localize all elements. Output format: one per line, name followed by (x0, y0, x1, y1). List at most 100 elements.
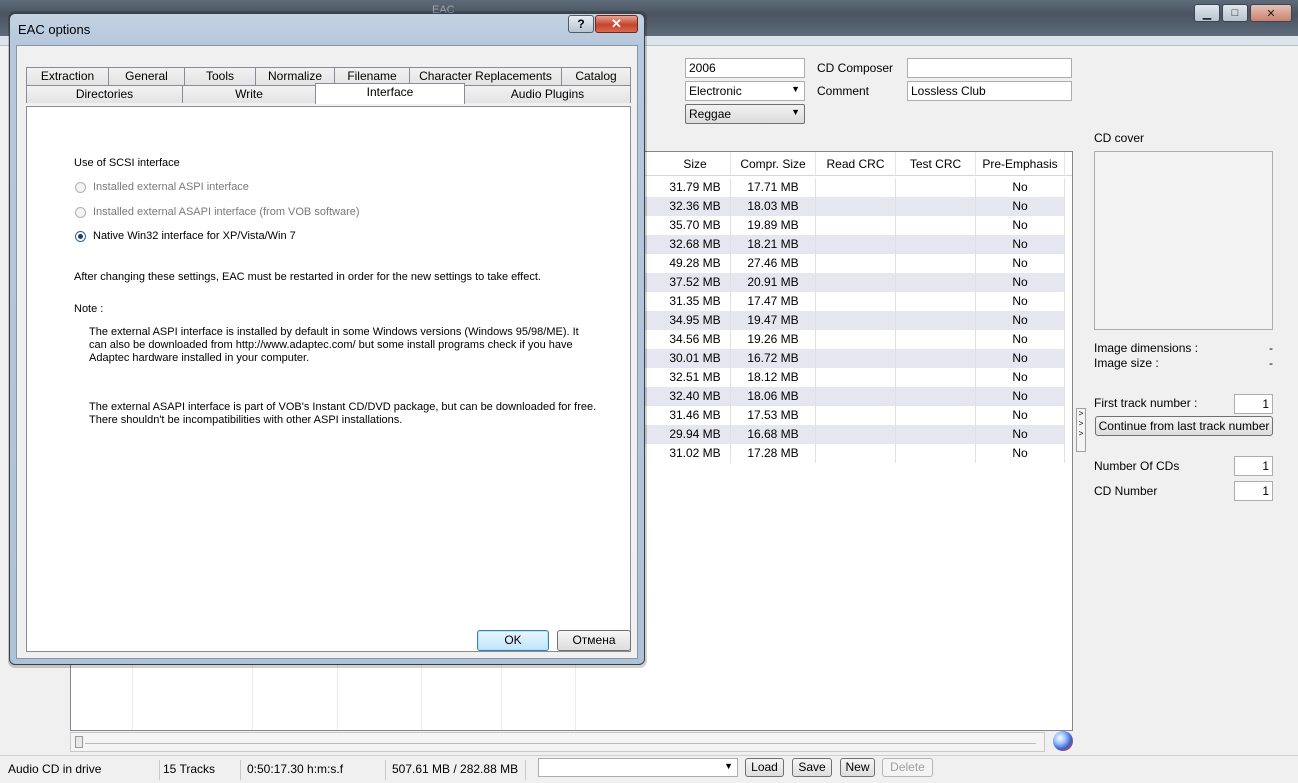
minimize-button[interactable]: ▁ (1194, 4, 1220, 22)
tab-extraction[interactable]: Extraction (26, 67, 109, 85)
number-of-cds-field[interactable]: 1 (1234, 456, 1273, 476)
tab-directories[interactable]: Directories (26, 85, 183, 103)
cd-composer-label: CD Composer (817, 61, 894, 75)
cd-cover-image[interactable] (1094, 151, 1273, 330)
tab-general[interactable]: General (108, 67, 185, 85)
table-cell-pre: No (976, 387, 1065, 406)
table-cell-pre: No (976, 197, 1065, 216)
note-asapi-text: The external ASAPI interface is part of … (89, 401, 597, 426)
delete-button[interactable]: Delete (882, 758, 933, 777)
comment-label: Comment (817, 84, 870, 98)
column-header-test-crc[interactable]: Test CRC (896, 152, 976, 176)
tab-write[interactable]: Write (182, 85, 316, 103)
total-duration: 0:50:17.30 h:m:s.f (241, 760, 386, 780)
save-button[interactable]: Save (792, 758, 832, 777)
table-cell-read-crc (816, 254, 896, 273)
table-cell-compr: 19.26 MB (731, 330, 816, 349)
table-cell-read-crc (816, 444, 896, 463)
table-cell-read-crc (816, 425, 896, 444)
ok-button[interactable]: OK (477, 630, 549, 651)
table-cell-test-crc (896, 368, 976, 387)
table-cell-size: 30.01 MB (660, 349, 731, 368)
table-cell-test-crc (896, 330, 976, 349)
column-header-read-crc[interactable]: Read CRC (816, 152, 896, 176)
tab-tools[interactable]: Tools (184, 67, 256, 85)
table-cell-size: 49.28 MB (660, 254, 731, 273)
maximize-button[interactable]: □ (1222, 4, 1248, 22)
table-cell-size: 29.94 MB (660, 425, 731, 444)
table-cell-pre: No (976, 216, 1065, 235)
radio-native-win32-option[interactable]: Native Win32 interface for XP/Vista/Win … (75, 230, 296, 242)
table-cell-size: 31.35 MB (660, 292, 731, 311)
drive-status: Audio CD in drive (2, 760, 160, 780)
radio-button-selected[interactable] (75, 230, 86, 242)
scrollbar-thumb[interactable] (75, 736, 83, 748)
profile-select[interactable]: ▼ (538, 758, 738, 777)
comment-field[interactable]: Lossless Club (907, 81, 1072, 101)
scsi-interface-heading: Use of SCSI interface (74, 157, 180, 169)
table-cell-compr: 27.46 MB (731, 254, 816, 273)
radio-button[interactable] (75, 206, 86, 218)
column-header-size[interactable]: Size (660, 152, 731, 176)
eac-options-dialog: EAC options ? ✕ Extraction General Tools… (9, 13, 645, 665)
track-count: 15 Tracks (157, 760, 241, 780)
cancel-button[interactable]: Отмена (557, 630, 631, 651)
main-window-controls: ▁ □ ✕ (1194, 4, 1292, 22)
table-cell-compr: 18.06 MB (731, 387, 816, 406)
freedb-genre-select-value: Reggae (689, 107, 732, 121)
column-header-pre-emphasis[interactable]: Pre-Emphasis (976, 152, 1065, 176)
year-field[interactable]: 2006 (685, 58, 805, 78)
interface-tab-panel: Use of SCSI interface Installed external… (26, 106, 631, 652)
table-cell-test-crc (896, 349, 976, 368)
table-cell-read-crc (816, 311, 896, 330)
horizontal-scrollbar[interactable] (70, 732, 1045, 752)
table-cell-pre: No (976, 406, 1065, 425)
radio-aspi-option[interactable]: Installed external ASPI interface (75, 181, 249, 193)
table-cell-compr: 17.53 MB (731, 406, 816, 425)
panel-toggle-button[interactable]: > > > (1076, 408, 1086, 452)
new-button[interactable]: New (840, 758, 875, 777)
freedb-genre-select[interactable]: Reggae ▼ (685, 104, 805, 124)
genre-select[interactable]: Electronic ▼ (685, 81, 805, 101)
table-cell-pre: No (976, 425, 1065, 444)
note-label: Note : (74, 303, 104, 315)
table-cell-read-crc (816, 178, 896, 197)
first-track-field[interactable]: 1 (1234, 394, 1273, 414)
globe-icon[interactable] (1053, 731, 1073, 751)
table-cell-compr: 20.91 MB (731, 273, 816, 292)
table-cell-test-crc (896, 292, 976, 311)
table-cell-compr: 19.47 MB (731, 311, 816, 330)
table-cell-compr: 18.21 MB (731, 235, 816, 254)
tab-interface[interactable]: Interface (315, 83, 465, 104)
table-cell-compr: 16.72 MB (731, 349, 816, 368)
radio-asapi-option[interactable]: Installed external ASAPI interface (from… (75, 206, 360, 218)
chevron-down-icon: ▼ (724, 761, 733, 771)
cd-composer-field[interactable] (907, 58, 1072, 78)
load-button[interactable]: Load (745, 758, 784, 777)
table-cell-test-crc (896, 178, 976, 197)
table-cell-test-crc (896, 425, 976, 444)
help-button[interactable]: ? (568, 15, 594, 33)
cd-number-field[interactable]: 1 (1234, 481, 1273, 501)
dialog-close-button[interactable]: ✕ (595, 15, 638, 33)
table-cell-compr: 17.28 MB (731, 444, 816, 463)
table-cell-pre: No (976, 311, 1065, 330)
tab-audio-plugins[interactable]: Audio Plugins (464, 85, 631, 103)
radio-button[interactable] (75, 181, 86, 193)
table-cell-test-crc (896, 387, 976, 406)
radio-asapi-label: Installed external ASAPI interface (from… (93, 206, 360, 218)
continue-from-last-track-button[interactable]: Continue from last track number (1095, 416, 1273, 436)
scrollbar-track (85, 743, 1036, 744)
table-cell-size: 32.68 MB (660, 235, 731, 254)
table-cell-read-crc (816, 368, 896, 387)
image-dimensions-label: Image dimensions : (1094, 341, 1199, 355)
table-cell-pre: No (976, 178, 1065, 197)
close-button[interactable]: ✕ (1250, 4, 1292, 22)
table-cell-pre: No (976, 444, 1065, 463)
column-header-compr-size[interactable]: Compr. Size (731, 152, 816, 176)
table-cell-test-crc (896, 273, 976, 292)
table-cell-size: 35.70 MB (660, 216, 731, 235)
table-cell-compr: 17.47 MB (731, 292, 816, 311)
table-cell-test-crc (896, 254, 976, 273)
tab-catalog[interactable]: Catalog (561, 67, 631, 85)
